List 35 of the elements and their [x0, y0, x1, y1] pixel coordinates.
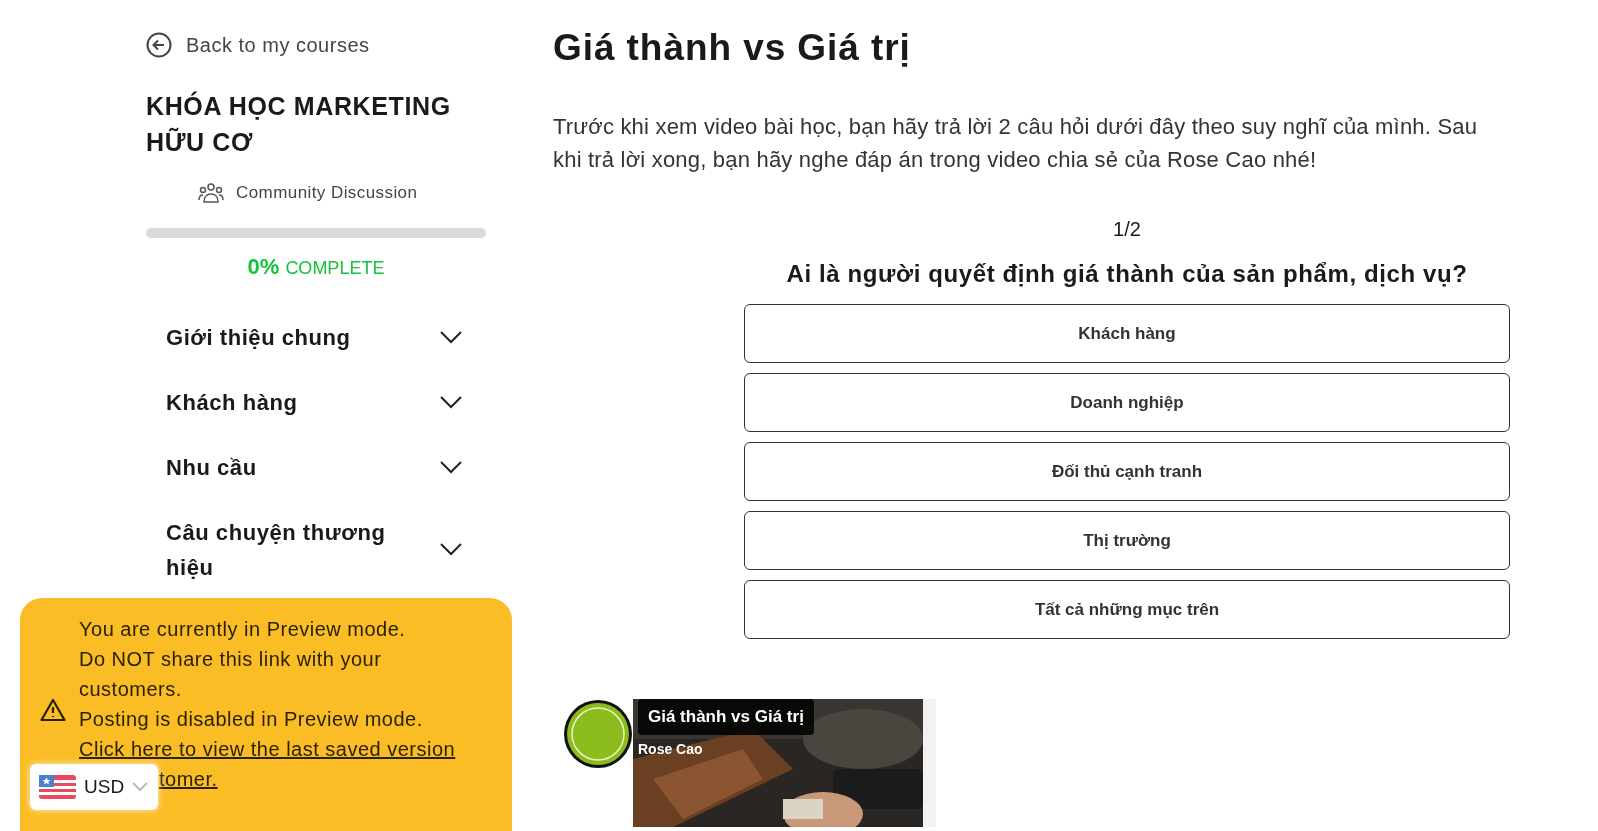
lesson-intro: Trước khi xem video bài học, bạn hãy trả lời 2 câu hỏi dưới đây theo suy nghĩ của mình. Sau khi trả lời xong, bạn hãy nghe đáp án trong video chia sẻ của Rose Cao nhé! — [553, 113, 1479, 174]
answer-option[interactable]: Khách hàng — [744, 304, 1510, 363]
section-toggle[interactable]: Nhu cầu — [146, 434, 486, 500]
question-text: Ai là người quyết định giá thành của sản phẩm, dịch vụ? — [786, 259, 1468, 289]
answer-option[interactable]: Thị trường — [744, 511, 1510, 570]
answer-option[interactable]: Đối thủ cạnh tranh — [744, 442, 1510, 501]
warning-icon — [40, 697, 66, 722]
preview-notice-text: Posting is disabled in Preview mode. — [79, 706, 424, 732]
progress-percent: 0% — [247, 252, 280, 281]
back-link[interactable]: Back to my courses — [146, 30, 483, 60]
preview-notice-text: Do NOT share this link with your customers. — [79, 646, 383, 702]
section-toggle[interactable]: Giới thiệu chung — [146, 304, 486, 370]
answer-option[interactable]: Tất cả những mục trên — [744, 580, 1510, 639]
people-icon — [198, 181, 224, 204]
section-toggle[interactable]: Câu chuyện thương hiệu — [146, 499, 486, 600]
us-flag-icon — [39, 775, 76, 799]
question-counter: 1/2 — [1113, 217, 1141, 242]
chevron-down-icon — [440, 330, 462, 344]
channel-name[interactable]: Rose Cao — [638, 739, 703, 760]
saved-version-link-tail[interactable]: tomer. — [159, 763, 218, 794]
channel-avatar — [563, 699, 633, 769]
currency-selector[interactable]: USD — [30, 764, 158, 810]
chevron-down-icon — [440, 543, 462, 556]
section-toggle[interactable]: Khách hàng — [146, 369, 486, 435]
answer-option[interactable]: Doanh nghiệp — [744, 373, 1510, 432]
course-title: KHÓA HỌC MARKETING HỮU CƠ — [146, 90, 452, 158]
lesson-title: Giá thành vs Giá trị — [553, 26, 912, 70]
chevron-down-icon — [440, 395, 462, 409]
chevron-down-icon — [132, 782, 149, 792]
progress-label: COMPLETE — [285, 256, 385, 280]
video-title[interactable]: Giá thành vs Giá trị — [638, 699, 814, 735]
saved-version-link[interactable]: Click here to view the last saved version — [79, 733, 479, 764]
community-link[interactable]: Community Discussion — [198, 180, 483, 206]
chevron-down-icon — [440, 460, 462, 474]
preview-notice-text: You are currently in Preview mode. — [79, 616, 407, 642]
